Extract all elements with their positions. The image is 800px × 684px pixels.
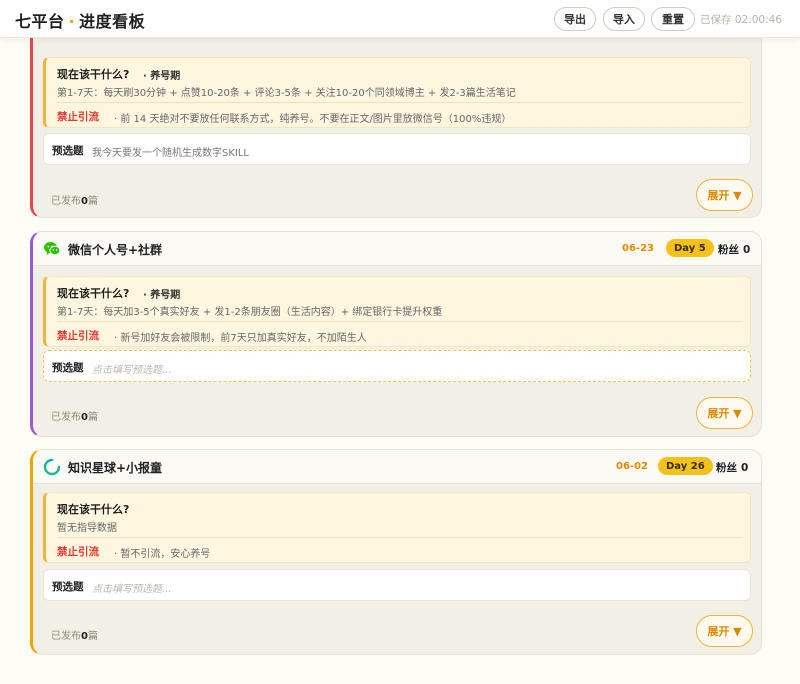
todo-question: 现在该干什么?	[57, 68, 130, 81]
wechat-icon	[44, 242, 61, 256]
export-button[interactable]: 导出	[554, 7, 596, 31]
card-header: 微信个人号+社群 06-23 Day 5 粉丝 0	[33, 232, 761, 266]
preselected-topic-field[interactable]: 预选题 点击填写预选题...	[43, 569, 751, 601]
save-status: 已保存 02:00:46	[700, 14, 782, 26]
preselected-topic-field[interactable]: 预选题 我今天要发一个随机生成数字SKILL	[43, 133, 751, 165]
todo-box: 现在该干什么? 暂无指导数据 禁止引流 · 暂不引流，安心养号	[43, 492, 751, 563]
todo-box: 现在该干什么? · 养号期 第1-7天：每天刷30分钟 + 点赞10-20条 +…	[43, 57, 751, 128]
topic-placeholder: 点击填写预选题...	[92, 365, 172, 376]
reset-button[interactable]: 重置	[651, 7, 695, 31]
start-date: 06-02	[616, 461, 648, 472]
platform-card: 知识星球+小报童 06-02 Day 26 粉丝 0 现在该干什么? 暂无指导数据…	[30, 449, 762, 655]
todo-divider	[57, 321, 742, 322]
ban-label: 禁止引流	[57, 330, 99, 342]
app-title-dot: ·	[68, 12, 76, 31]
topic-label: 预选题	[52, 581, 84, 593]
ban-label: 禁止引流	[57, 111, 99, 123]
fans-count: 粉丝 0	[718, 244, 751, 256]
day-badge: Day 5	[666, 239, 714, 257]
start-date: 06-23	[622, 243, 654, 254]
topic-label: 预选题	[52, 145, 84, 157]
todo-plan: 第1-7天：每天刷30分钟 + 点赞10-20条 + 评论3-5条 + 关注10…	[57, 88, 516, 99]
day-badge: Day 26	[658, 457, 713, 475]
todo-question: 现在该干什么?	[57, 287, 130, 300]
platform-name: 微信个人号+社群	[68, 243, 163, 257]
ban-text: · 新号加好友会被限制，前7天只加真实好友，不加陌生人	[114, 333, 367, 344]
platform-card: 微信个人号+社群 06-23 Day 5 粉丝 0 现在该干什么? · 养号期 第…	[30, 231, 762, 437]
expand-button[interactable]: 展开 ▼	[696, 179, 753, 211]
card-header: 知识星球+小报童 06-02 Day 26 粉丝 0	[33, 450, 761, 484]
zsxq-icon	[43, 458, 61, 476]
published-count: 已发布0篇	[51, 631, 98, 642]
expand-button[interactable]: 展开 ▼	[696, 397, 753, 429]
preselected-topic-field[interactable]: 预选题 点击填写预选题...	[43, 350, 751, 382]
phase-label: · 养号期	[143, 290, 181, 301]
top-bar: 七平台 · 进度看板 导出 导入 重置 已保存 02:00:46	[0, 0, 800, 38]
ban-text: · 前 14 天绝对不要放任何联系方式，纯养号。不要在正文/图片里放微信号（10…	[114, 114, 512, 125]
topic-label: 预选题	[52, 362, 84, 374]
todo-question: 现在该干什么?	[57, 503, 130, 516]
phase-label: · 养号期	[143, 71, 181, 82]
ban-text: · 暂不引流，安心养号	[114, 549, 211, 560]
published-count: 已发布0篇	[51, 412, 98, 423]
app-title: 七平台 · 进度看板	[15, 8, 145, 32]
todo-plan: 暂无指导数据	[57, 523, 117, 534]
fans-count: 粉丝 0	[716, 462, 749, 474]
todo-box: 现在该干什么? · 养号期 第1-7天：每天加3-5个真实好友 + 发1-2条朋…	[43, 276, 751, 347]
import-button[interactable]: 导入	[603, 7, 645, 31]
app-title-right: 进度看板	[79, 12, 146, 31]
app-title-left: 七平台	[15, 12, 65, 31]
todo-divider	[57, 537, 742, 538]
platform-name: 知识星球+小报童	[68, 461, 163, 475]
published-count: 已发布0篇	[51, 196, 98, 207]
expand-button[interactable]: 展开 ▼	[696, 615, 753, 647]
todo-divider	[57, 102, 742, 103]
todo-plan: 第1-7天：每天加3-5个真实好友 + 发1-2条朋友圈（生活内容）+ 绑定银行…	[57, 307, 443, 318]
ban-label: 禁止引流	[57, 546, 99, 558]
topic-placeholder: 点击填写预选题...	[92, 584, 172, 595]
topic-value: 我今天要发一个随机生成数字SKILL	[92, 148, 249, 159]
